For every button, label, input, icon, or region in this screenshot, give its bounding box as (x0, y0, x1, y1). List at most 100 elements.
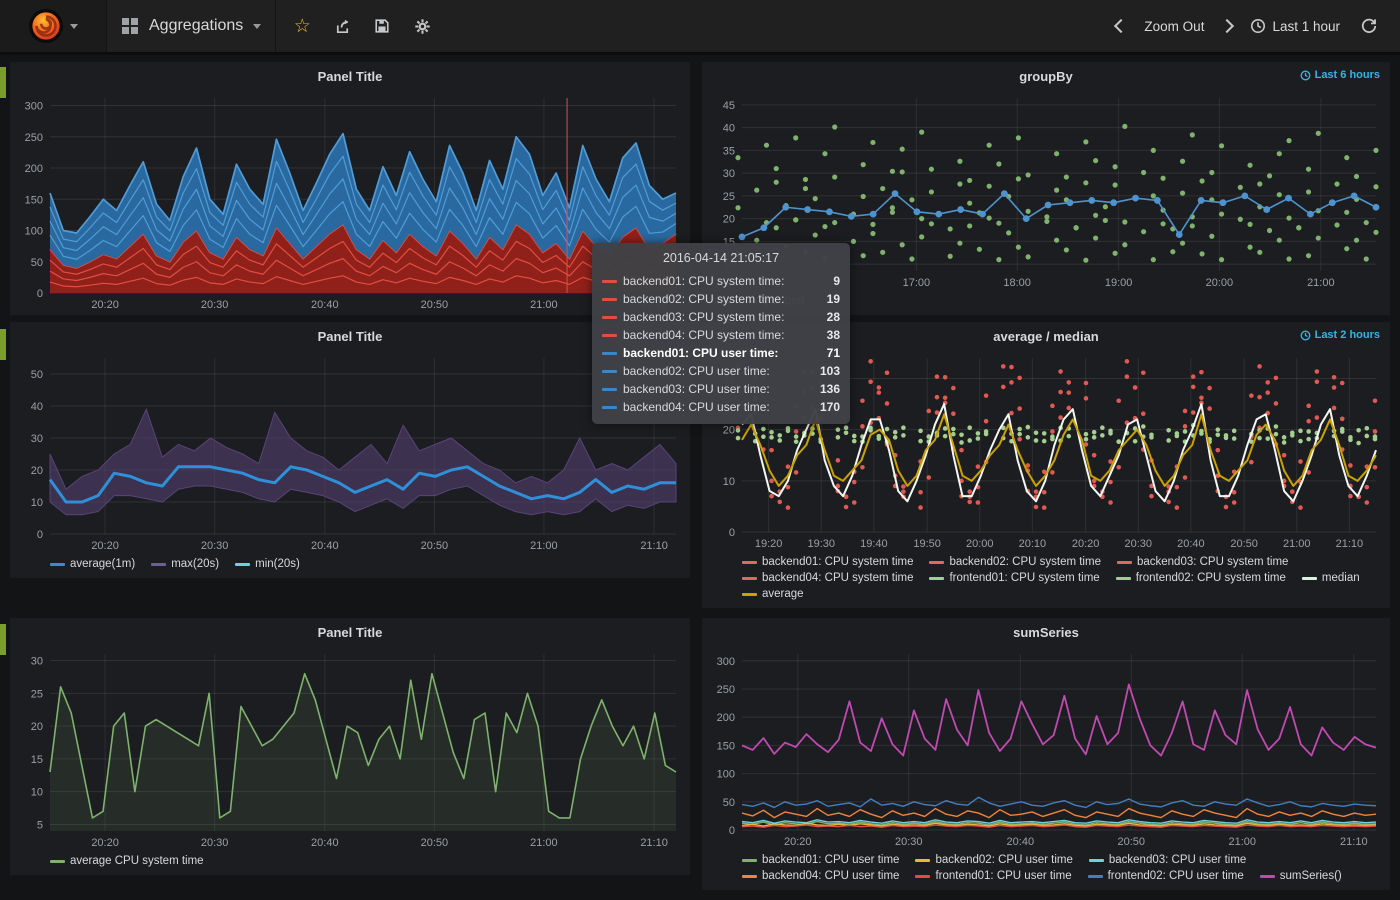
tooltip-series-label: backend01: CPU system time: (623, 272, 808, 290)
legend-item[interactable]: backend04: CPU user time (742, 870, 899, 882)
tooltip-series-label: backend01: CPU user time: (623, 344, 808, 362)
legend-label: backend03: CPU system time (1137, 556, 1288, 568)
svg-text:30: 30 (31, 433, 43, 445)
tooltip-series-value: 136 (814, 380, 840, 398)
svg-text:20:00: 20:00 (966, 538, 994, 550)
svg-text:19:20: 19:20 (755, 538, 783, 550)
legend-item[interactable]: average (742, 588, 804, 600)
panel-title[interactable]: Panel Title (318, 69, 383, 84)
svg-text:10: 10 (31, 497, 43, 509)
gear-icon (414, 18, 431, 35)
zoom-out-button[interactable]: Zoom Out (1138, 19, 1210, 34)
svg-text:21:00: 21:00 (530, 837, 558, 849)
panel-title[interactable]: groupBy (1019, 69, 1072, 84)
time-override-badge: Last 2 hours (1300, 329, 1380, 341)
legend-item[interactable]: backend03: CPU system time (1117, 556, 1288, 568)
legend-item[interactable]: max(20s) (151, 558, 219, 570)
grafana-menu-button[interactable] (0, 0, 107, 52)
legend-item[interactable]: backend02: CPU user time (915, 854, 1072, 866)
save-button[interactable] (362, 0, 402, 52)
svg-text:20:50: 20:50 (421, 837, 449, 849)
svg-text:20:40: 20:40 (311, 299, 339, 311)
legend-label: frontend02: CPU system time (1136, 572, 1286, 584)
row-toggle[interactable] (0, 329, 6, 360)
panel-title[interactable]: Panel Title (318, 625, 383, 640)
tooltip-row: backend02: CPU user time:103 (602, 362, 840, 380)
tooltip-series-value: 28 (814, 308, 840, 326)
dashboard-picker[interactable]: Aggregations (107, 0, 276, 52)
refresh-button[interactable] (1350, 0, 1388, 52)
star-icon: ☆ (294, 17, 311, 36)
clock-icon (1300, 330, 1311, 341)
svg-text:21:10: 21:10 (1340, 836, 1368, 848)
tooltip-series-value: 170 (814, 398, 840, 416)
chevron-left-icon (1114, 19, 1128, 33)
legend-item[interactable]: backend02: CPU system time (929, 556, 1100, 568)
tooltip-series-value: 19 (814, 290, 840, 308)
panel-avg-max-min: Panel Title 20:2020:3020:4020:5021:0021:… (10, 322, 690, 578)
chevron-down-icon (70, 24, 78, 29)
legend-label: frontend01: CPU user time (935, 870, 1071, 882)
tooltip-series-label: backend02: CPU system time: (623, 290, 808, 308)
legend-item[interactable]: median (1302, 572, 1360, 584)
legend-item[interactable]: sumSeries() (1260, 870, 1342, 882)
svg-text:45: 45 (723, 100, 735, 112)
svg-text:20:30: 20:30 (201, 837, 229, 849)
legend-item[interactable]: average CPU system time (50, 855, 204, 867)
legend-item[interactable]: frontend01: CPU user time (915, 870, 1071, 882)
svg-text:20:40: 20:40 (1007, 836, 1035, 848)
star-button[interactable]: ☆ (282, 0, 322, 52)
legend-label: backend04: CPU user time (762, 870, 899, 882)
svg-text:250: 250 (25, 132, 43, 144)
series-swatch-icon (602, 352, 617, 355)
chart-area[interactable]: 20:2020:3020:4020:5021:0021:100501001502… (702, 646, 1390, 852)
row-toggle[interactable] (0, 624, 6, 655)
svg-text:19:00: 19:00 (1105, 277, 1133, 289)
legend-item[interactable]: min(20s) (235, 558, 300, 570)
chevron-right-icon (1220, 19, 1234, 33)
tooltip-series-label: backend03: CPU user time: (623, 380, 808, 398)
svg-text:50: 50 (31, 257, 43, 269)
row-toggle[interactable] (0, 67, 6, 98)
chart-area[interactable]: 20:2020:3020:4020:5021:0021:100501001502… (10, 90, 690, 315)
legend-item[interactable]: frontend02: CPU user time (1088, 870, 1244, 882)
svg-text:20:10: 20:10 (1019, 538, 1047, 550)
legend-item[interactable]: frontend01: CPU system time (929, 572, 1099, 584)
panel-title[interactable]: average / median (993, 329, 1099, 344)
svg-text:21:10: 21:10 (1336, 538, 1364, 550)
svg-text:0: 0 (37, 529, 43, 541)
legend-swatch-icon (235, 563, 250, 566)
svg-text:20:50: 20:50 (1118, 836, 1146, 848)
time-range-picker[interactable]: Last 1 hour (1244, 18, 1346, 34)
panel-title[interactable]: Panel Title (318, 329, 383, 344)
chart-area[interactable]: 20:2020:3020:4020:5021:0021:100102030405… (10, 350, 690, 556)
legend-swatch-icon (742, 875, 757, 878)
time-shift-forward-button[interactable] (1214, 0, 1240, 52)
legend-label: frontend02: CPU user time (1108, 870, 1244, 882)
svg-text:20:40: 20:40 (311, 540, 339, 552)
legend-swatch-icon (1117, 561, 1132, 564)
save-icon (374, 18, 390, 34)
legend-item[interactable]: backend04: CPU system time (742, 572, 913, 584)
panel-title[interactable]: sumSeries (1013, 625, 1079, 640)
svg-text:20:30: 20:30 (895, 836, 923, 848)
dashboard-title: Aggregations (149, 17, 243, 35)
svg-text:20:30: 20:30 (1124, 538, 1152, 550)
svg-text:0: 0 (37, 288, 43, 300)
legend-item[interactable]: frontend02: CPU system time (1116, 572, 1286, 584)
series-swatch-icon (602, 316, 617, 319)
legend-swatch-icon (915, 875, 930, 878)
time-shift-back-button[interactable] (1108, 0, 1134, 52)
legend: backend01: CPU user time backend02: CPU u… (702, 852, 1390, 890)
svg-text:17:00: 17:00 (903, 277, 931, 289)
tooltip-row: backend01: CPU system time:9 (602, 272, 840, 290)
legend-item[interactable]: average(1m) (50, 558, 135, 570)
chart-area[interactable]: 20:2020:3020:4020:5021:0021:105101520253… (10, 646, 690, 853)
share-button[interactable] (322, 0, 362, 52)
legend-swatch-icon (929, 577, 944, 580)
settings-button[interactable] (402, 0, 442, 52)
svg-text:0: 0 (729, 825, 735, 837)
legend-item[interactable]: backend03: CPU user time (1089, 854, 1246, 866)
legend-item[interactable]: backend01: CPU system time (742, 556, 913, 568)
legend-item[interactable]: backend01: CPU user time (742, 854, 899, 866)
